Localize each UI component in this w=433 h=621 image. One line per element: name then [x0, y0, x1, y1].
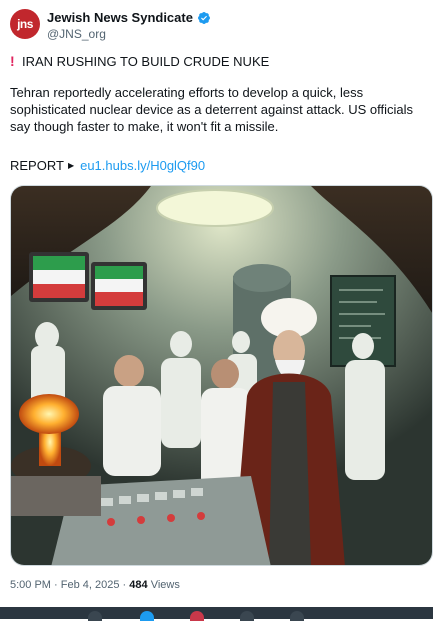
- views-count: 484: [129, 579, 148, 591]
- repost-icon[interactable]: [140, 611, 154, 621]
- post-date[interactable]: Feb 4, 2025: [61, 579, 120, 591]
- bunker-illustration: [11, 186, 432, 565]
- post-image[interactable]: [10, 185, 433, 566]
- report-row: REPORT ▶ eu1.hubs.ly/H0glQf90: [10, 158, 205, 173]
- post-headline: ! IRAN RUSHING TO BUILD CRUDE NUKE: [10, 53, 269, 69]
- headline-text: IRAN RUSHING TO BUILD CRUDE NUKE: [22, 53, 270, 69]
- like-icon[interactable]: [190, 611, 204, 621]
- exclamation-icon: !: [10, 53, 15, 69]
- reply-icon[interactable]: [88, 611, 102, 621]
- post-body: Tehran reportedly accelerating efforts t…: [10, 85, 413, 134]
- play-triangle-icon: ▶: [67, 161, 75, 170]
- post-link[interactable]: eu1.hubs.ly/H0glQf90: [80, 158, 205, 173]
- author-name-row: Jewish News Syndicate: [47, 10, 211, 25]
- meta-separator-2: ·: [122, 579, 127, 591]
- verified-badge-icon: [197, 11, 210, 24]
- avatar[interactable]: jns: [10, 9, 40, 39]
- share-icon[interactable]: [290, 611, 304, 621]
- action-bar: [0, 607, 433, 619]
- tweet: jns Jewish News Syndicate @JNS_org ! IRA…: [0, 0, 433, 607]
- bookmark-icon[interactable]: [240, 611, 254, 621]
- report-label: REPORT: [10, 158, 64, 173]
- author-handle[interactable]: @JNS_org: [47, 27, 106, 41]
- post-time[interactable]: 5:00 PM: [10, 579, 51, 591]
- display-name[interactable]: Jewish News Syndicate: [47, 10, 193, 25]
- views-label: Views: [150, 579, 180, 591]
- post-meta: 5:00 PM · Feb 4, 2025 · 484 Views: [10, 579, 180, 591]
- meta-separator: ·: [54, 579, 58, 591]
